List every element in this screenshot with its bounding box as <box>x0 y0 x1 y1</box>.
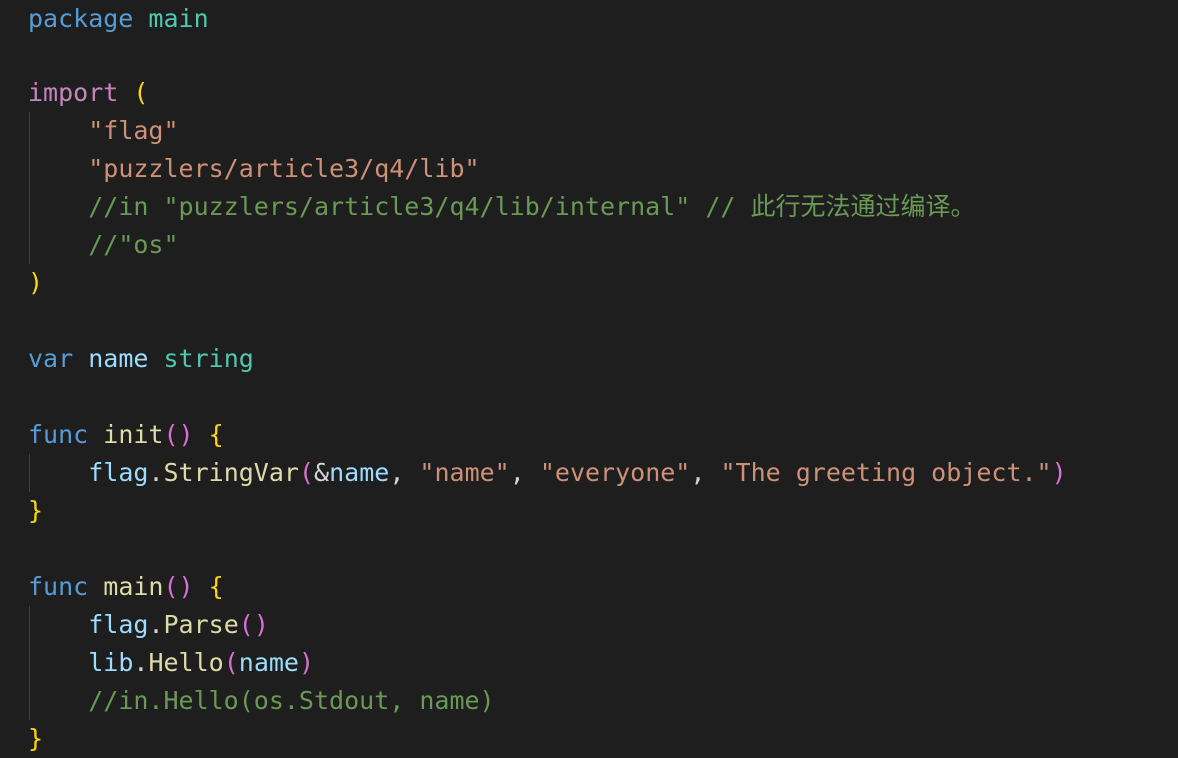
code-line-13[interactable]: flag.StringVar(&name, "name", "everyone"… <box>28 454 1067 492</box>
arg-name: name <box>238 648 299 677</box>
keyword-func: func <box>28 572 89 601</box>
arg-everyone-string: "everyone" <box>539 458 691 487</box>
code-line-20[interactable]: } <box>28 720 43 758</box>
code-line-14[interactable]: } <box>28 492 43 530</box>
code-line-12[interactable]: func init() { <box>28 416 224 454</box>
stringvar-open-paren: ( <box>298 458 315 487</box>
code-line-17[interactable]: flag.Parse() <box>28 606 269 644</box>
package-name: main <box>148 4 209 33</box>
comment-internal-import: //in "puzzlers/article3/q4/lib/internal"… <box>88 192 976 221</box>
code-line-4[interactable]: "flag" <box>28 112 179 150</box>
dot: . <box>148 458 164 487</box>
import-flag: "flag" <box>88 116 179 145</box>
init-close-brace: } <box>28 496 44 525</box>
method-parse: Parse <box>163 610 239 639</box>
code-line-16[interactable]: func main() { <box>28 568 224 606</box>
import-open-paren: ( <box>133 78 149 107</box>
code-line-18[interactable]: lib.Hello(name) <box>28 644 314 682</box>
obj-flag: flag <box>88 610 149 639</box>
keyword-var: var <box>28 344 74 373</box>
arg-name-string: "name" <box>419 458 510 487</box>
code-line-7[interactable]: //"os" <box>28 226 179 264</box>
import-lib: "puzzlers/article3/q4/lib" <box>88 154 480 183</box>
code-editor[interactable]: package main import ( "flag" "puzzlers/a… <box>0 0 1178 757</box>
stringvar-close-paren: ) <box>1051 458 1067 487</box>
main-parens: () <box>163 572 194 601</box>
func-name-init: init <box>103 420 164 449</box>
keyword-package: package <box>28 4 134 33</box>
import-close-paren: ) <box>28 268 44 297</box>
dot: . <box>133 648 149 677</box>
code-line-3[interactable]: import ( <box>28 74 148 112</box>
code-line-1[interactable]: package main <box>28 0 209 38</box>
code-line-19[interactable]: //in.Hello(os.Stdout, name) <box>28 682 495 720</box>
init-open-brace: { <box>208 420 224 449</box>
main-close-brace: } <box>28 724 44 753</box>
arg-greeting-string: "The greeting object." <box>720 458 1052 487</box>
hello-close-paren: ) <box>298 648 315 677</box>
arg-name-ref: name <box>329 458 390 487</box>
comma: , <box>509 458 540 487</box>
comma: , <box>690 458 721 487</box>
obj-lib: lib <box>88 648 134 677</box>
func-name-main: main <box>103 572 164 601</box>
keyword-import: import <box>28 78 119 107</box>
ampersand: & <box>314 458 330 487</box>
obj-flag: flag <box>88 458 149 487</box>
comment-in-hello: //in.Hello(os.Stdout, name) <box>88 686 495 715</box>
code-line-5[interactable]: "puzzlers/article3/q4/lib" <box>28 150 480 188</box>
keyword-func: func <box>28 420 89 449</box>
init-parens: () <box>163 420 194 449</box>
type-string: string <box>163 344 254 373</box>
hello-open-paren: ( <box>223 648 239 677</box>
code-line-8[interactable]: ) <box>28 264 43 302</box>
dot: . <box>148 610 164 639</box>
method-stringvar: StringVar <box>163 458 299 487</box>
comment-os-import: //"os" <box>88 230 179 259</box>
parse-parens: () <box>238 610 269 639</box>
method-hello: Hello <box>148 648 224 677</box>
code-line-6[interactable]: //in "puzzlers/article3/q4/lib/internal"… <box>28 188 975 226</box>
var-name: name <box>88 344 149 373</box>
code-line-10[interactable]: var name string <box>28 340 254 378</box>
comma: , <box>389 458 420 487</box>
main-open-brace: { <box>208 572 224 601</box>
